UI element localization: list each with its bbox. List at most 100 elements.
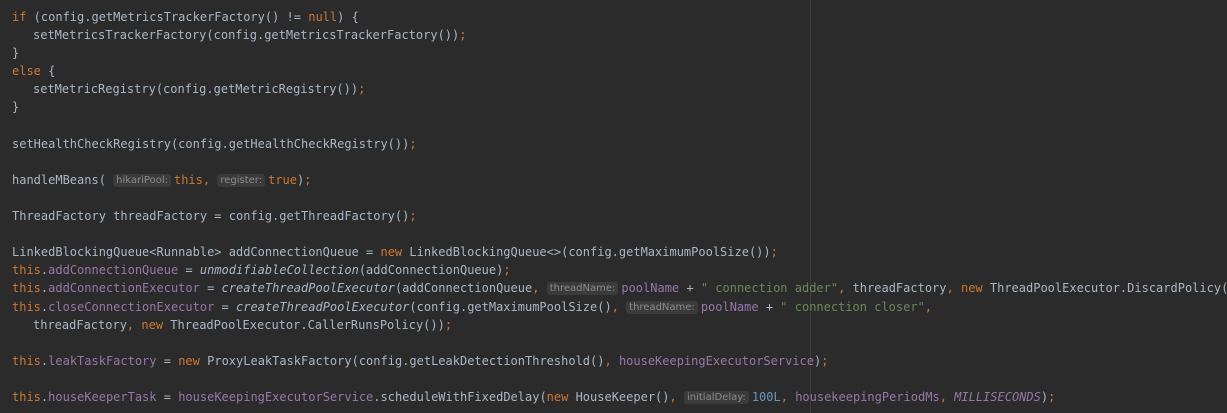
code-line[interactable]: ThreadFactory threadFactory = config.get… [12,207,1227,225]
code-token: new [141,317,164,332]
code-token: threadFactory [845,281,947,296]
code-token: + [758,299,781,314]
code-token: (config.getMetricsTrackerFactory() != [26,10,309,24]
code-token: leakTaskFactory [48,353,157,368]
code-token: poolName [700,299,759,314]
code-line[interactable]: handleMBeans( hikariPool: this, register:… [12,171,1227,189]
code-token: , [604,353,612,368]
code-token: , [611,299,619,314]
code-token: ; [821,353,829,368]
code-token: closeConnectionExecutor [48,299,215,314]
code-token: = [156,389,179,404]
code-line[interactable]: if (config.getMetricsTrackerFactory() !=… [12,8,1227,26]
code-line[interactable]: else { [12,62,1227,80]
code-token: houseKeeperTask [48,389,157,404]
code-token: setHealthCheckRegistry(config.getHealthC… [12,136,410,151]
code-token: = [199,281,222,296]
code-token: new [178,353,200,368]
code-token: ) [1040,389,1049,404]
code-token: if [12,10,27,24]
code-token: houseKeepingExecutorService [178,389,374,404]
code-line[interactable]: this.addConnectionQueue = unmodifiableCo… [12,261,1227,279]
parameter-hint: threadName: [546,282,619,296]
code-line[interactable]: setMetricsTrackerFactory(config.getMetri… [12,26,1227,44]
code-token: , [669,389,677,404]
code-token: ; [304,172,312,187]
code-token: this [12,281,41,296]
code-token: poolName [621,281,680,296]
code-line[interactable]: } [12,44,1227,62]
code-token: " connection adder" [700,281,839,296]
code-editor[interactable]: if (config.getMetricsTrackerFactory() !=… [0,0,1227,413]
code-token: new [960,281,983,296]
code-line[interactable]: } [12,98,1227,116]
code-token: LinkedBlockingQueue<Runnable> addConnect… [12,245,381,260]
code-line[interactable]: this.closeConnectionExecutor = createThr… [12,298,1227,316]
code-token: houseKeepingExecutorService [618,353,815,368]
code-token: + [679,281,701,296]
code-token: ; [409,209,417,224]
code-token: , [946,281,954,296]
parameter-hint: register: [217,173,266,187]
code-token: .scheduleWithFixedDelay( [373,389,547,404]
code-token: ; [358,82,366,97]
code-token: else [12,64,41,79]
code-token: this [12,299,41,314]
code-line[interactable]: ​ [12,225,1227,243]
code-token: { [40,64,56,79]
code-token: createThreadPoolExecutor [236,299,410,314]
code-token: unmodifiableCollection [199,263,359,278]
code-token: this [173,172,203,187]
code-token: = [214,299,236,314]
code-token: null [308,10,338,24]
code-token: MILLISECONDS [954,389,1041,404]
code-line[interactable]: ​ [12,334,1227,352]
code-token: (config.getMaximumPoolSize() [409,299,612,314]
code-token: housekeepingPeriodMs [795,389,940,404]
code-token: ; [409,136,417,151]
code-token: addConnectionQueue [48,263,179,278]
code-line[interactable]: this.houseKeeperTask = houseKeepingExecu… [12,388,1227,406]
code-token: new [546,389,569,404]
code-token: setMetricsTrackerFactory(config.getMetri… [33,28,460,43]
code-token: setMetricRegistry(config.getMetricRegist… [33,82,359,97]
code-line[interactable]: ​ [12,370,1227,388]
code-line[interactable]: ​ [12,189,1227,207]
parameter-hint: hikariPool: [113,173,171,187]
code-token: , [939,389,947,404]
code-token: this [12,263,41,278]
code-token: ProxyLeakTaskFactory(config.getLeakDetec… [199,353,605,368]
code-line[interactable]: this.leakTaskFactory = new ProxyLeakTask… [12,352,1227,370]
code-token: ; [503,263,511,278]
code-line[interactable]: this.addConnectionExecutor = createThrea… [12,279,1227,297]
code-token: ; [1048,389,1056,404]
code-token: HouseKeeper() [568,389,670,404]
code-token: 100L [751,389,781,404]
code-token: handleMBeans( [12,172,114,187]
code-line[interactable]: ​ [12,153,1227,171]
code-token: (addConnectionQueue [394,281,533,296]
code-token: , [780,389,788,404]
code-line[interactable]: setMetricRegistry(config.getMetricRegist… [12,80,1227,98]
code-token: ; [459,28,467,43]
code-token: threadFactory [33,317,127,332]
code-area[interactable]: if (config.getMetricsTrackerFactory() !=… [12,8,1227,406]
code-line[interactable]: ​ [12,117,1227,135]
code-line[interactable]: threadFactory, new ThreadPoolExecutor.Ca… [12,316,1227,334]
code-token: (addConnectionQueue) [358,263,504,278]
code-token: createThreadPoolExecutor [221,281,395,296]
code-token: = [156,353,179,368]
code-token: } [12,100,20,115]
code-line[interactable]: LinkedBlockingQueue<Runnable> addConnect… [12,243,1227,261]
code-token: , [924,299,933,314]
code-token: ThreadPoolExecutor.CallerRunsPolicy()) [163,317,445,332]
code-line[interactable]: setHealthCheckRegistry(config.getHealthC… [12,135,1227,153]
code-token: " connection closer" [780,299,925,314]
code-token: new [380,245,403,260]
